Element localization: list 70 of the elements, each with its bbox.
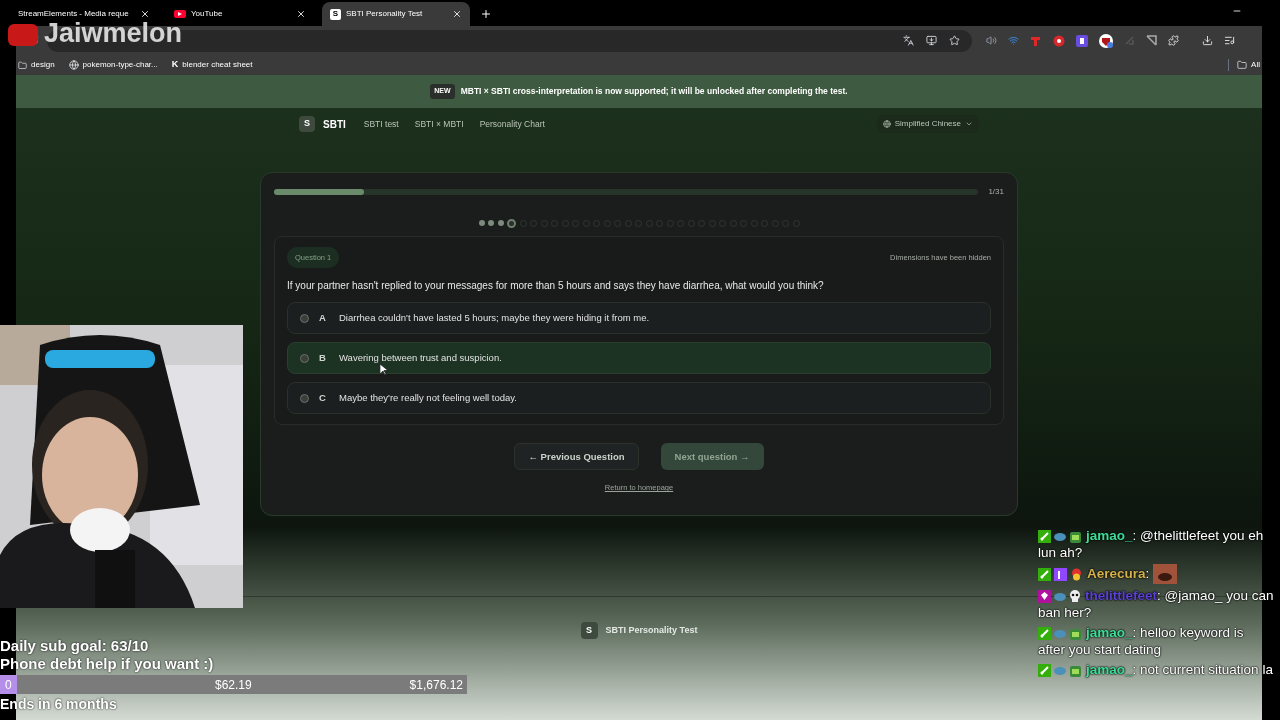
extension-icon[interactable] xyxy=(1076,34,1088,47)
nav-link[interactable]: SBTI test xyxy=(363,117,399,131)
answer-option[interactable]: B Wavering between trust and suspicion. xyxy=(287,342,991,375)
answer-option[interactable]: A Diarrhea couldn't have lasted 5 hours; maybe they were hiding it from me. xyxy=(287,302,991,335)
question-text: If your partner hasn't replied to your messages for more than 5 hours and says they have diarrhea, what would you think? xyxy=(287,279,825,294)
bookmark-star-icon[interactable] xyxy=(949,35,960,46)
radio-button[interactable] xyxy=(300,313,309,323)
folder-icon xyxy=(1237,60,1248,70)
creature-badge-icon xyxy=(1069,663,1082,677)
cursor-icon xyxy=(380,364,388,376)
bookmark-item[interactable]: K blender cheat sheet xyxy=(171,58,253,72)
bookmark-item[interactable]: pokemon-type-char... xyxy=(68,59,158,71)
cloud-badge-icon xyxy=(1054,531,1066,541)
radio-button[interactable] xyxy=(300,353,309,363)
site-favicon: S xyxy=(330,8,341,20)
folder-icon xyxy=(18,60,27,70)
download-icon[interactable] xyxy=(1202,35,1213,46)
all-bookmarks-button[interactable]: All xyxy=(1228,59,1260,71)
footer-title: SBTI Personality Test xyxy=(605,623,698,637)
close-icon[interactable] xyxy=(296,9,306,19)
chat-message: jamao_: @thelittlefeet you eh lun ah? xyxy=(1038,527,1265,561)
extensions-icon[interactable] xyxy=(1168,35,1179,46)
close-icon[interactable] xyxy=(452,9,462,19)
creature-badge-icon xyxy=(1069,626,1082,640)
translate-icon[interactable] xyxy=(903,35,914,46)
cloud-badge-icon xyxy=(1054,628,1066,638)
chat-message: thelittlefeet: @jamao_ you can ban her? xyxy=(1038,587,1274,621)
flower-badge-icon xyxy=(1070,567,1083,581)
new-tab-icon[interactable] xyxy=(480,8,492,20)
footer-logo-mark: S xyxy=(580,622,598,639)
chat-username: thelittlefeet xyxy=(1085,588,1157,603)
close-icon[interactable] xyxy=(140,9,150,19)
chevron-down-icon xyxy=(965,120,973,128)
install-icon[interactable] xyxy=(926,35,937,46)
signal-icon[interactable] xyxy=(1008,35,1019,46)
chat-username: Aerecura xyxy=(1087,565,1146,581)
goal-current: $62.19 xyxy=(215,676,252,694)
question-counter: 1/31 xyxy=(988,186,1004,198)
record-icon[interactable] xyxy=(1053,34,1065,47)
globe-icon xyxy=(882,120,891,128)
chat-username: jamao_ xyxy=(1086,625,1133,640)
nav-link[interactable]: SBTI × MBTI xyxy=(414,117,464,131)
skull-badge-icon xyxy=(1069,590,1081,603)
chat-message: jamao_: not current situation la xyxy=(1038,661,1274,678)
laughing-emote-icon xyxy=(1153,564,1178,584)
language-selector[interactable]: Simplified Chinese xyxy=(876,115,979,133)
speaker-icon[interactable] xyxy=(986,35,997,46)
creature-badge-icon xyxy=(1069,529,1082,543)
cloud-badge-icon xyxy=(1054,591,1066,601)
answer-option[interactable]: C Maybe they're really not feeling well today. xyxy=(287,382,991,415)
cloud-badge-icon xyxy=(1054,665,1066,675)
site-favicon: K xyxy=(171,58,179,72)
goal-start: 0 xyxy=(5,676,12,694)
chat-message: Aerecura: xyxy=(1038,564,1274,584)
media-icon[interactable] xyxy=(1224,35,1235,46)
bookmark-item[interactable]: design xyxy=(18,59,55,71)
chat-username: jamao_ xyxy=(1086,528,1133,543)
logo-mark[interactable]: S xyxy=(299,116,315,132)
logo-text[interactable]: SBTI xyxy=(323,116,346,132)
banner-text: MBTI × SBTI cross-interpretation is now supported; it will be unlocked after completing the test. xyxy=(460,85,848,98)
browser-tab[interactable]: S SBTI Personality Test xyxy=(322,2,470,26)
goal-target: $1,676.12 xyxy=(409,676,463,694)
nav-link[interactable]: Personality Chart xyxy=(479,117,545,131)
radio-button[interactable] xyxy=(300,393,309,403)
profile-avatar-icon[interactable] xyxy=(1099,33,1113,48)
extension-icon[interactable] xyxy=(1146,35,1157,46)
chat-username: jamao_ xyxy=(1086,662,1133,677)
previous-button[interactable]: ← Previous Question xyxy=(514,443,639,471)
globe-icon xyxy=(68,60,79,70)
video-logo-icon xyxy=(174,10,186,18)
